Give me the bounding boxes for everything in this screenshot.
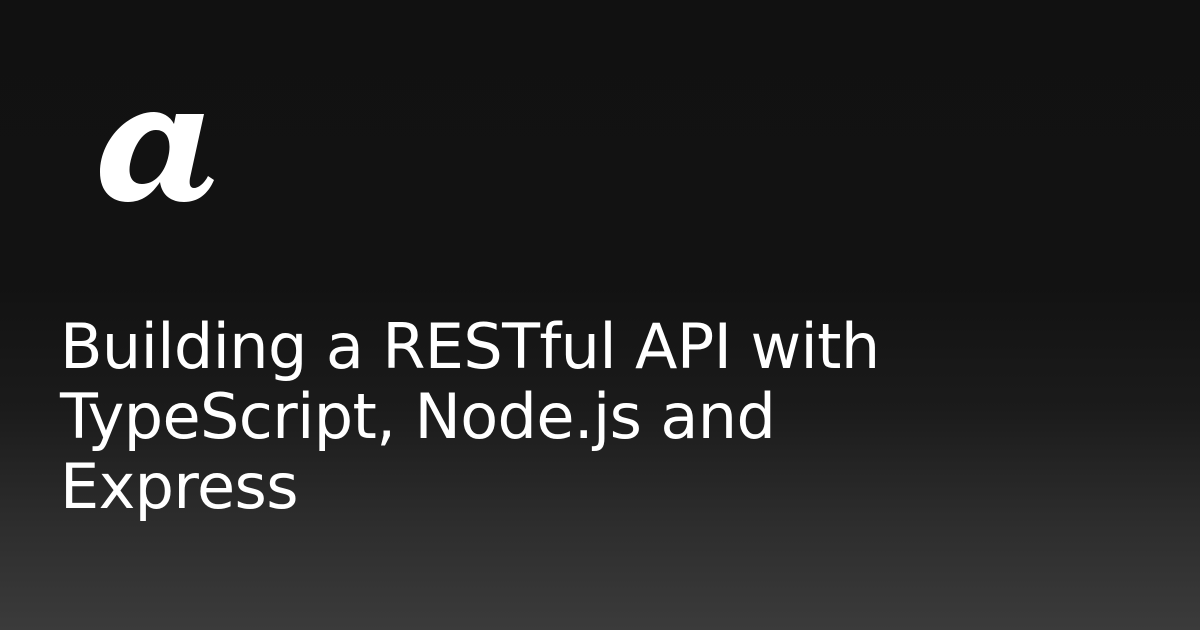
title-line-2: TypeScript, Node.js and	[60, 380, 776, 453]
letter-a-logo-icon	[100, 112, 214, 202]
title-line-1: Building a RESTful API with	[60, 310, 880, 383]
social-share-card: Building a RESTful API with TypeScript, …	[0, 0, 1200, 630]
title-line-3: Express	[60, 450, 299, 523]
brand-logo-icon	[96, 100, 216, 204]
article-title: Building a RESTful API with TypeScript, …	[60, 312, 1100, 522]
